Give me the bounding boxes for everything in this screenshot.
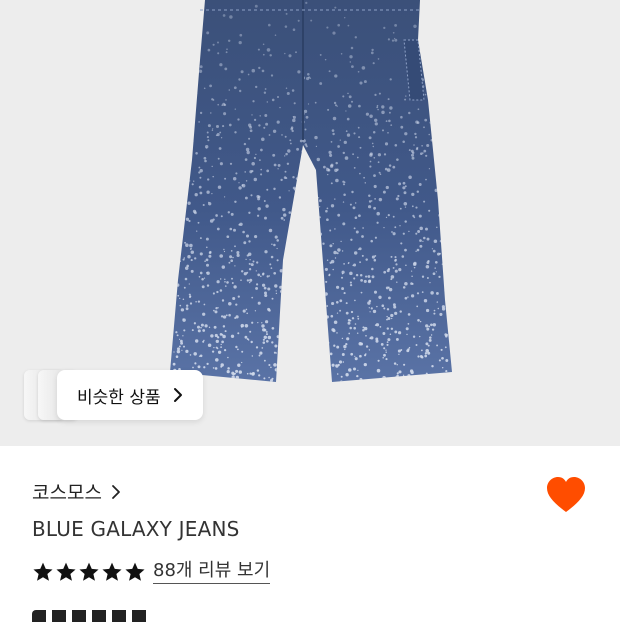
star-filled-icon <box>102 562 122 581</box>
similar-products-button[interactable]: 비슷한 상품 <box>57 370 203 420</box>
star-filled-icon <box>79 562 99 581</box>
star-rating <box>32 561 147 583</box>
star-filled-icon <box>33 562 53 581</box>
rating-row: 88개 리뷰 보기 <box>32 560 271 584</box>
product-name: BLUE GALAXY JEANS <box>32 517 240 541</box>
star-filled-icon <box>125 562 145 581</box>
brand-link[interactable]: 코스모스 <box>32 478 122 505</box>
star-filled-icon <box>56 562 76 581</box>
brand-name: 코스모스 <box>32 482 102 504</box>
wishlist-heart-icon[interactable] <box>546 476 586 516</box>
similar-products-label: 비슷한 상품 <box>77 387 161 408</box>
reviews-link[interactable]: 88개 리뷰 보기 <box>153 560 271 584</box>
product-image-area[interactable]: 비슷한 상품 <box>0 0 620 446</box>
chevron-right-icon <box>112 484 120 499</box>
chevron-right-icon <box>173 388 182 402</box>
